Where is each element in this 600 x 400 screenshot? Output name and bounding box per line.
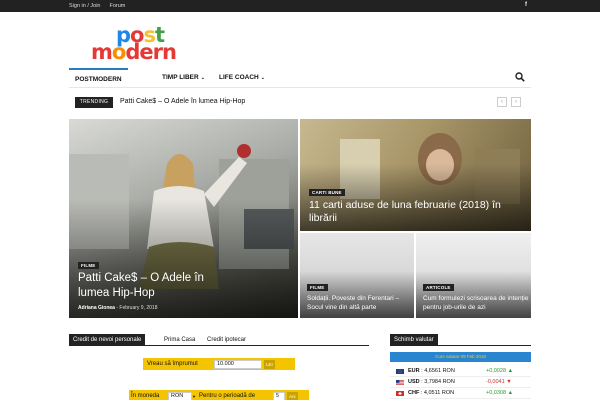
featured-article-bottom-left[interactable]: FILME Soldații. Poveste din Ferentari – … bbox=[300, 233, 414, 318]
currency-label: În moneda bbox=[131, 393, 160, 399]
exchange-row-eur: EUR : 4,6561 RON +0,0028 ▲ bbox=[390, 366, 531, 377]
loan-currency-row: În moneda RON ▼ Pentru o perioadă de 5 A… bbox=[129, 390, 309, 400]
period-unit: Ani bbox=[287, 391, 298, 400]
eu-flag-icon bbox=[396, 369, 404, 374]
trending-prev-button[interactable]: ‹ bbox=[497, 97, 507, 107]
period-label: Pentru o perioadă de bbox=[199, 393, 256, 399]
chevron-down-icon: ⌄ bbox=[260, 75, 265, 81]
loan-amount-input[interactable]: 10.000 bbox=[214, 359, 262, 369]
category-badge[interactable]: CARTI BUNE bbox=[309, 189, 345, 196]
arrow-up-icon: ▲ bbox=[507, 390, 514, 396]
exchange-rate-date: Curs valutar 09 Feb 2018 bbox=[390, 352, 531, 362]
trending-headline[interactable]: Patti Cake$ – O Adele în lumea Hip-Hop bbox=[120, 98, 245, 105]
credit-tabs: Credit de nevoi personale Prima Casa Cre… bbox=[69, 334, 369, 346]
exchange-change: -0,0041 ▼ bbox=[486, 379, 512, 385]
exchange-change: +0,0028 ▲ bbox=[486, 368, 514, 374]
main-nav: POSTMODERN TIMP LIBER ⌄ LIFE COACH ⌄ bbox=[69, 68, 531, 88]
signin-link[interactable]: Sign in / Join bbox=[69, 3, 101, 9]
nav-item-life-coach[interactable]: LIFE COACH ⌄ bbox=[219, 68, 265, 88]
top-bar: Sign in / Join Forum f bbox=[0, 0, 600, 12]
tab-credit-nevoi-personale[interactable]: Credit de nevoi personale bbox=[69, 334, 146, 346]
article-title[interactable]: Cum formulezi scrisoarea de intenție pen… bbox=[423, 294, 529, 312]
featured-article-bottom-right[interactable]: ARTICOLE Cum formulezi scrisoarea de int… bbox=[416, 233, 531, 318]
featured-article-large[interactable]: FILME Patti Cake$ – O Adele în lumea Hip… bbox=[69, 119, 298, 318]
exchange-rate-widget: Schimb valutar Curs valutar 09 Feb 2018 … bbox=[390, 334, 531, 400]
nav-item-postmodern[interactable]: POSTMODERN bbox=[69, 68, 128, 88]
article-date: February 9, 2018 bbox=[119, 305, 158, 311]
logo-line-modern: modern bbox=[91, 40, 177, 64]
trending-badge: TRENDING bbox=[75, 97, 113, 108]
trending-bar: TRENDING Patti Cake$ – O Adele în lumea … bbox=[75, 96, 531, 110]
article-title[interactable]: Patti Cake$ – O Adele în lumea Hip-Hop bbox=[78, 271, 228, 301]
currency-select[interactable]: RON bbox=[168, 391, 192, 400]
exchange-row-usd: USD : 3,7984 RON -0,0041 ▼ bbox=[390, 377, 531, 388]
exchange-rate: CHF : 4,0511 RON bbox=[408, 390, 455, 396]
exchange-rate: EUR : 4,6561 RON bbox=[408, 368, 455, 374]
forum-link[interactable]: Forum bbox=[110, 3, 126, 9]
facebook-icon[interactable]: f bbox=[525, 2, 527, 8]
exchange-rate: USD : 3,7984 RON bbox=[408, 379, 455, 385]
loan-amount-unit: LEI bbox=[264, 359, 275, 369]
arrow-up-icon: ▲ bbox=[507, 368, 514, 374]
period-input[interactable]: 5 bbox=[273, 391, 285, 400]
us-flag-icon bbox=[396, 380, 404, 385]
featured-article-top-right[interactable]: CARTI BUNE 11 carti aduse de luna februa… bbox=[300, 119, 531, 231]
article-title[interactable]: Soldații. Poveste din Ferentari – Socul … bbox=[307, 294, 411, 312]
tab-credit-ipotecar[interactable]: Credit ipotecar bbox=[203, 334, 250, 346]
article-author[interactable]: Adriana Gionea bbox=[78, 305, 115, 311]
category-badge[interactable]: FILME bbox=[78, 262, 99, 269]
loan-amount-label: Vreau să împrumut bbox=[147, 361, 198, 367]
article-meta: Adriana Gionea - February 9, 2018 bbox=[78, 305, 158, 311]
arrow-down-icon: ▼ bbox=[506, 379, 512, 385]
exchange-change: +0,0308 ▲ bbox=[486, 390, 514, 396]
exchange-rate-title: Schimb valutar bbox=[390, 334, 438, 346]
exchange-rate-header: Schimb valutar bbox=[390, 334, 531, 346]
article-title[interactable]: 11 carti aduse de luna februarie (2018) … bbox=[309, 199, 524, 225]
nav-item-timp-liber[interactable]: TIMP LIBER ⌄ bbox=[162, 68, 205, 88]
trending-next-button[interactable]: › bbox=[511, 97, 521, 107]
chevron-down-icon: ⌄ bbox=[200, 75, 205, 81]
swiss-flag-icon bbox=[396, 391, 404, 396]
chevron-down-icon: ▼ bbox=[192, 393, 196, 399]
search-icon[interactable] bbox=[515, 72, 525, 82]
category-badge[interactable]: FILME bbox=[307, 284, 328, 291]
site-logo[interactable]: post modern bbox=[91, 25, 195, 64]
exchange-row-chf: CHF : 4,0511 RON +0,0308 ▲ bbox=[390, 388, 531, 399]
tab-prima-casa[interactable]: Prima Casa bbox=[160, 334, 199, 346]
loan-amount-row: Vreau să împrumut 10.000 LEI bbox=[143, 358, 295, 370]
category-badge[interactable]: ARTICOLE bbox=[423, 284, 454, 291]
